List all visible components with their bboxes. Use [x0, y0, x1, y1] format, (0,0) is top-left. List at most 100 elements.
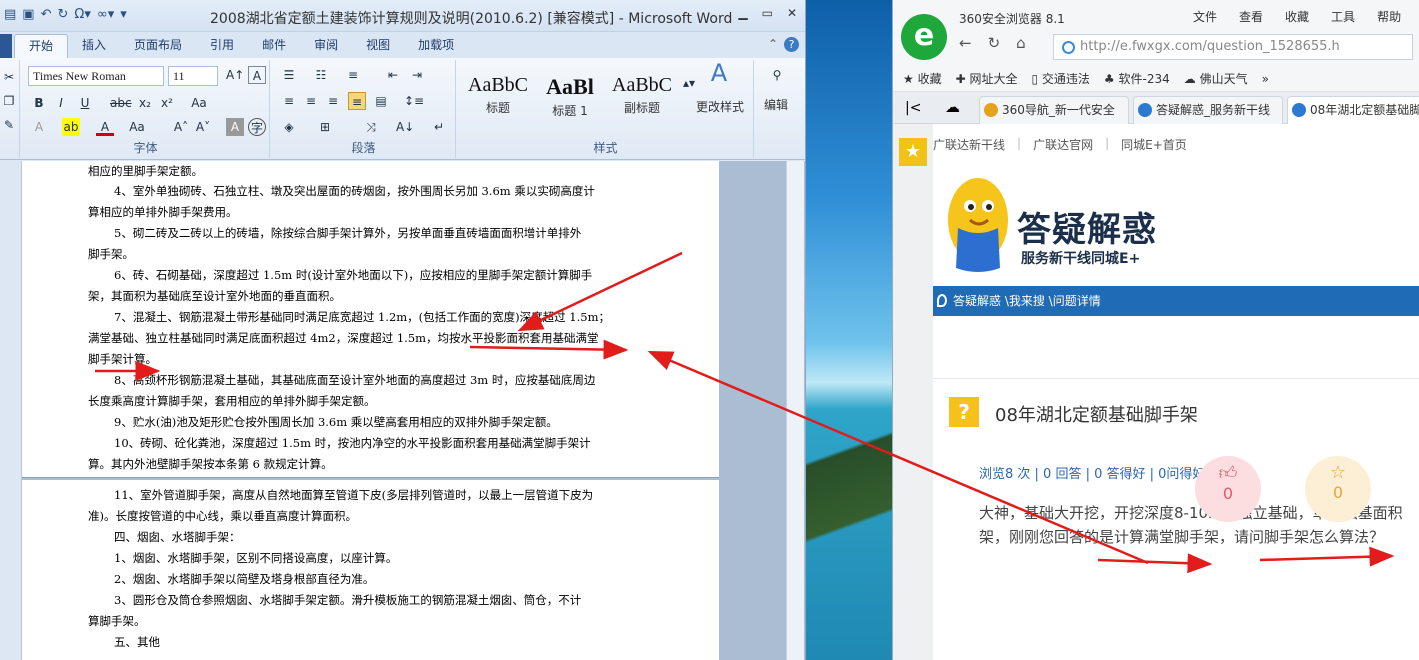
redo-icon[interactable]: ↻ — [58, 7, 69, 22]
font-size-select[interactable]: 11 — [168, 66, 218, 86]
show-marks-icon[interactable]: ↵ — [430, 118, 448, 136]
menu-file[interactable]: 文件 — [1193, 8, 1217, 25]
font-name-select[interactable]: Times New Roman — [28, 66, 164, 86]
bold-icon[interactable]: B — [30, 94, 48, 112]
line-spacing-icon[interactable]: ↕≡ — [404, 92, 424, 110]
clear-format-icon[interactable]: Aa — [190, 94, 208, 112]
tab-review[interactable]: 审阅 — [300, 34, 352, 58]
folder-icon[interactable]: ▤ — [4, 7, 16, 22]
undo-icon[interactable]: ↶ — [41, 7, 52, 22]
back-icon[interactable]: ← — [959, 34, 972, 52]
tab-question[interactable]: 08年湖北定额基础脚手 — [1287, 96, 1419, 124]
tab-home[interactable]: 开始 — [14, 34, 69, 58]
numbering-icon[interactable]: ☷ — [312, 66, 330, 84]
style-heading-1[interactable]: AaBl 标题 1 — [534, 68, 606, 130]
omega-icon[interactable]: Ω▾ — [74, 7, 90, 22]
italic-icon[interactable]: I — [52, 94, 70, 112]
tab-view[interactable]: 视图 — [352, 34, 404, 58]
question-text-line: 架，刚刚您回答的是计算满堂脚手架，请问脚手架怎么算法？ — [979, 528, 1385, 546]
maximize-icon[interactable]: ▭ — [762, 6, 773, 20]
cloud-icon[interactable]: ☁ — [945, 98, 960, 116]
document-page[interactable]: 相应的里脚手架定额。 4、室外单独砌砖、石独立柱、墩及突出屋面的砖烟囱，按外围周长… — [22, 161, 719, 660]
char-shading-icon[interactable]: A — [226, 118, 244, 136]
minimize-icon[interactable]: ▁ — [738, 6, 747, 20]
copy-icon[interactable]: ❐ — [0, 92, 18, 110]
binoculars-icon[interactable]: ⚲ — [768, 66, 786, 84]
format-painter-icon[interactable]: ✎ — [0, 116, 18, 134]
close-icon[interactable]: ✕ — [787, 6, 797, 20]
underline-icon[interactable]: U — [76, 94, 94, 112]
char-border-icon[interactable]: A — [248, 66, 266, 84]
style-subtitle[interactable]: AaBbC 副标题 — [606, 68, 678, 130]
breadcrumb-text[interactable]: 答疑解惑 \我来搜 \问题详情 — [953, 294, 1101, 308]
strikethrough-icon[interactable]: abc — [110, 94, 132, 112]
palm-tree-image — [805, 310, 895, 660]
bookmark-software[interactable]: ♣ 软件-234 — [1104, 70, 1170, 87]
borders-icon[interactable]: ⊞ — [316, 118, 334, 136]
increase-indent-icon[interactable]: ⇥ — [408, 66, 426, 84]
align-center-icon[interactable]: ≡ — [302, 92, 320, 110]
more-bookmarks-icon[interactable]: » — [1262, 72, 1269, 86]
grow-font-2-icon[interactable]: A˄ — [172, 118, 190, 136]
align-left-icon[interactable]: ≡ — [280, 92, 298, 110]
vertical-ruler — [0, 161, 22, 660]
menu-tools[interactable]: 工具 — [1331, 8, 1355, 25]
change-styles-icon[interactable]: A — [704, 61, 734, 85]
link-glodon-new[interactable]: 广联达新干线 — [933, 136, 1005, 153]
shading-icon[interactable]: ◈ — [280, 118, 298, 136]
save-icon[interactable]: ▣ — [22, 7, 34, 22]
shrink-font-icon[interactable]: A˅ — [194, 118, 212, 136]
office-button[interactable] — [0, 34, 12, 58]
style-heading[interactable]: AaBbC 标题 — [462, 68, 534, 130]
refresh-icon[interactable]: ↻ — [988, 34, 1001, 52]
tab-mailings[interactable]: 邮件 — [248, 34, 300, 58]
link-city-home[interactable]: 同城E+首页 — [1121, 136, 1187, 153]
asian-layout-icon[interactable]: ⤨ — [362, 118, 380, 136]
bookmark-sites[interactable]: ✚ 网址大全 — [956, 70, 1018, 87]
tab-addins[interactable]: 加载项 — [404, 34, 468, 58]
decrease-indent-icon[interactable]: ⇤ — [384, 66, 402, 84]
help-icon[interactable]: ? — [784, 37, 799, 52]
text-effect-icon[interactable]: A — [30, 118, 48, 136]
align-right-icon[interactable]: ≡ — [324, 92, 342, 110]
edit-button[interactable]: 编辑 — [764, 96, 788, 113]
multilevel-list-icon[interactable]: ≡ — [344, 66, 362, 84]
superscript-icon[interactable]: x² — [158, 94, 176, 112]
menu-help[interactable]: 帮助 — [1377, 8, 1401, 25]
breadcrumb: 答疑解惑 \我来搜 \问题详情 — [933, 286, 1419, 316]
address-bar[interactable]: http://e.fwxgx.com/question_1528655.h — [1053, 34, 1413, 60]
tab-back-icon[interactable]: |< — [905, 100, 921, 116]
enclose-char-icon[interactable]: 字 — [248, 118, 266, 136]
tab-qa[interactable]: 答疑解惑_服务新干线 — [1133, 96, 1283, 124]
tab-references[interactable]: 引用 — [196, 34, 248, 58]
link-icon[interactable]: ∞▾ — [97, 7, 114, 22]
grow-font-icon[interactable]: A↑ — [226, 66, 244, 84]
bookmark-favorites[interactable]: ★ 收藏 — [903, 70, 942, 87]
customize-icon[interactable]: ▾ — [120, 7, 127, 22]
favorite-star-icon[interactable]: ★ — [899, 138, 927, 166]
collapse-ribbon-icon[interactable]: ⌃ — [768, 37, 778, 52]
like-button[interactable]: 👍︎ 0 — [1195, 456, 1261, 522]
sort-icon[interactable]: A↓ — [396, 118, 414, 136]
bookmark-weather[interactable]: ☁ 佛山天气 — [1184, 70, 1248, 87]
change-styles-button[interactable]: 更改样式 — [696, 98, 744, 115]
subscript-icon[interactable]: x₂ — [136, 94, 154, 112]
cut-icon[interactable]: ✂ — [0, 68, 18, 86]
tab-page-layout[interactable]: 页面布局 — [120, 34, 196, 58]
change-case-icon[interactable]: Aa — [128, 118, 146, 136]
menu-favorites[interactable]: 收藏 — [1285, 8, 1309, 25]
justify-icon[interactable]: ≡ — [348, 92, 366, 110]
font-color-icon[interactable]: A — [96, 118, 114, 136]
bookmark-traffic[interactable]: ▯ 交通违法 — [1031, 70, 1089, 87]
vertical-scrollbar[interactable] — [786, 161, 804, 660]
bullets-icon[interactable]: ☰ — [280, 66, 298, 84]
tab-360nav[interactable]: 360导航_新一代安全 — [979, 96, 1129, 124]
favorite-button[interactable]: ☆ 0 — [1305, 456, 1371, 522]
menu-view[interactable]: 查看 — [1239, 8, 1263, 25]
link-glodon-official[interactable]: 广联达官网 — [1033, 136, 1093, 153]
document-line: 四、烟囱、水塔脚手架： — [114, 530, 241, 544]
highlight-icon[interactable]: ab — [62, 118, 80, 136]
tab-insert[interactable]: 插入 — [68, 34, 120, 58]
home-icon[interactable]: ⌂ — [1016, 34, 1026, 52]
distributed-icon[interactable]: ▤ — [372, 92, 390, 110]
